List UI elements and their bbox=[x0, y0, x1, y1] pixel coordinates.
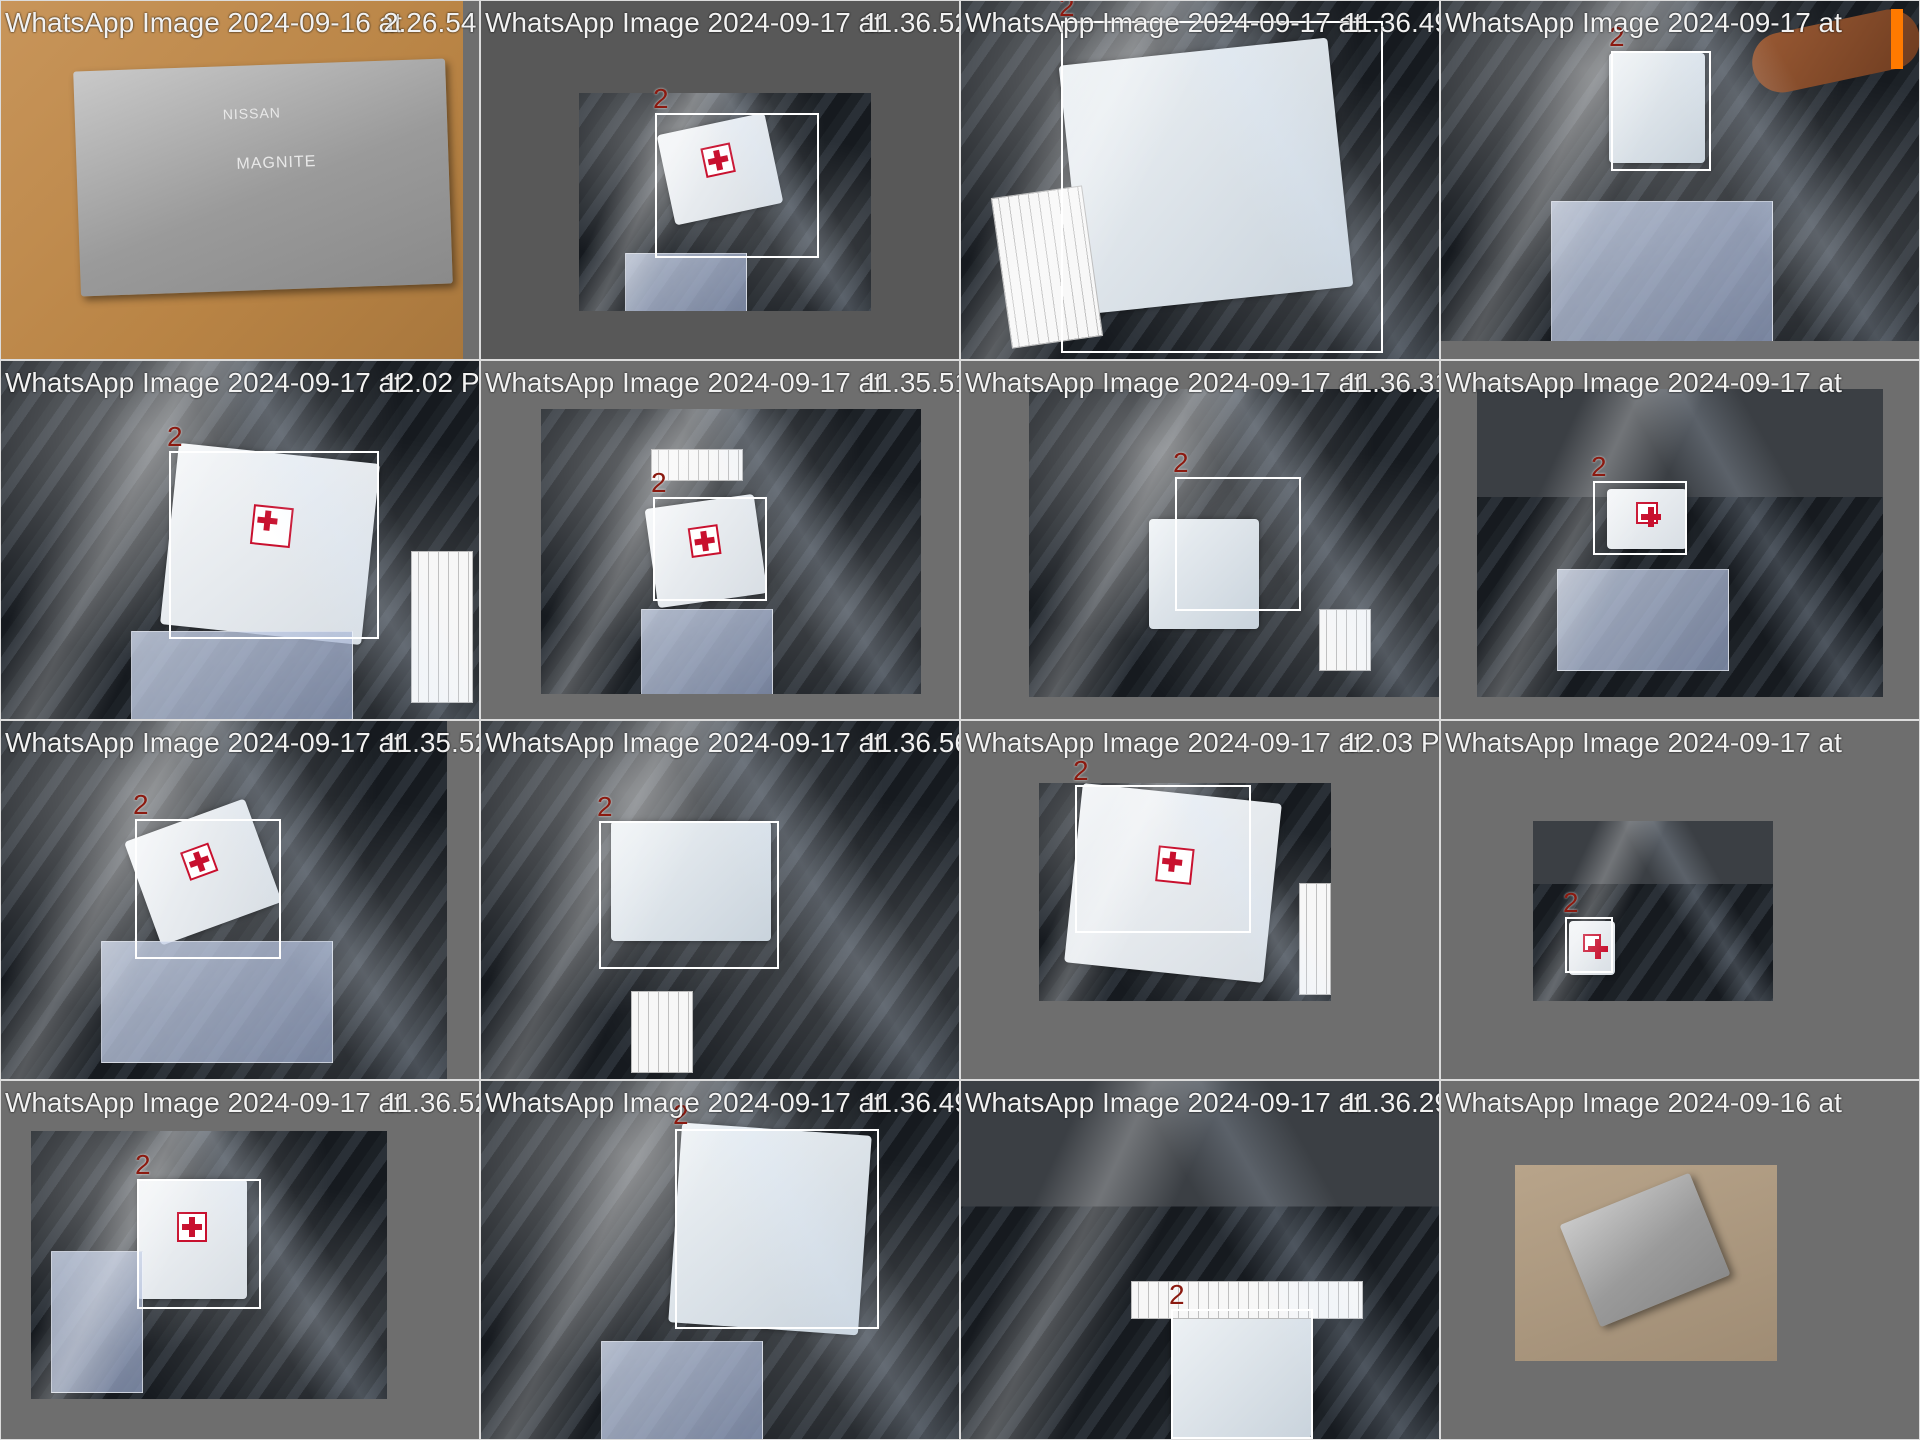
caption-text: WhatsApp Image 2024-09-17 at bbox=[485, 367, 882, 398]
detection-box: 2 bbox=[1059, 1, 1383, 353]
detection-label: 2 bbox=[651, 467, 667, 498]
manual-model: MAGNITE bbox=[236, 153, 317, 173]
detection-label: 2 bbox=[1609, 21, 1625, 52]
image-tile[interactable]: 2 WhatsApp Image 2024-09-17 at11.36.31 A… bbox=[960, 360, 1440, 720]
detection-label: 2 bbox=[1059, 0, 1075, 22]
barcode-sticker bbox=[631, 991, 693, 1073]
plastic-bag bbox=[51, 1251, 143, 1393]
image-tile[interactable]: WhatsApp Image 2024-09-16 at bbox=[1440, 1080, 1920, 1440]
image-tile[interactable]: 2 WhatsApp Image 2024-09-17 at11.35.52 A… bbox=[0, 720, 480, 1080]
detection-box: 2 bbox=[133, 791, 281, 959]
caption-overflow: 11.36.52 AM bbox=[863, 7, 960, 38]
plastic-bag bbox=[625, 253, 747, 311]
tile-caption: WhatsApp Image 2024-09-17 at11.35.51 AM bbox=[485, 365, 959, 401]
tile-caption: WhatsApp Image 2024-09-17 at11.36.52 AM bbox=[5, 1085, 479, 1121]
image-grid: NISSAN MAGNITE WhatsApp Image 2024-09-16… bbox=[0, 0, 1920, 1440]
detection-label: 2 bbox=[1173, 447, 1189, 478]
plastic-bag bbox=[131, 631, 353, 719]
detection-box: 2 bbox=[1591, 453, 1687, 555]
wristband bbox=[1891, 9, 1903, 69]
plastic-bag bbox=[1551, 201, 1773, 341]
detection-label: 2 bbox=[1591, 451, 1607, 482]
detection-label: 2 bbox=[1073, 755, 1089, 786]
owner-manual: NISSAN MAGNITE bbox=[73, 58, 453, 297]
barcode-sticker bbox=[1319, 609, 1371, 671]
detection-box: 2 bbox=[1609, 23, 1711, 171]
photo: NISSAN MAGNITE bbox=[1, 1, 463, 359]
detection-label: 2 bbox=[653, 83, 669, 114]
tile-caption: WhatsApp Image 2024-09-17 at12.03 PM bbox=[965, 725, 1439, 761]
image-tile[interactable]: 2 WhatsApp Image 2024-09-17 at11.35.51 A… bbox=[480, 360, 960, 720]
plastic-bag bbox=[601, 1341, 763, 1439]
image-tile[interactable]: 2 WhatsApp Image 2024-09-17 at11.36.29 A… bbox=[960, 1080, 1440, 1440]
image-tile[interactable]: 2 WhatsApp Image 2024-09-17 at bbox=[1440, 720, 1920, 1080]
tile-caption: WhatsApp Image 2024-09-17 at11.36.52 AM bbox=[485, 5, 959, 41]
image-tile[interactable]: 2 WhatsApp Image 2024-09-17 at11.36.56 A… bbox=[480, 720, 960, 1080]
detection-box: 2 bbox=[1169, 1281, 1313, 1439]
caption-text: WhatsApp Image 2024-09-16 at bbox=[1445, 1087, 1842, 1118]
image-tile[interactable]: 2 WhatsApp Image 2024-09-17 at bbox=[1440, 360, 1920, 720]
detection-box: 2 bbox=[1073, 757, 1251, 933]
detection-box: 2 bbox=[651, 469, 767, 601]
image-tile[interactable]: 2 WhatsApp Image 2024-09-17 at12.02 PM bbox=[0, 360, 480, 720]
caption-overflow: 11.35.51 AM bbox=[863, 367, 960, 398]
image-tile[interactable]: NISSAN MAGNITE WhatsApp Image 2024-09-16… bbox=[0, 0, 480, 360]
detection-label: 2 bbox=[133, 789, 149, 820]
detection-box: 2 bbox=[135, 1151, 261, 1309]
detection-label: 2 bbox=[1169, 1279, 1185, 1310]
plastic-bag bbox=[1557, 569, 1729, 671]
detection-label: 2 bbox=[135, 1149, 151, 1180]
detection-label: 2 bbox=[673, 1099, 689, 1130]
detection-box: 2 bbox=[1173, 449, 1301, 611]
detection-label: 2 bbox=[597, 791, 613, 822]
image-tile[interactable]: 2 WhatsApp Image 2024-09-17 at11.36.49 A… bbox=[960, 0, 1440, 360]
barcode-sticker bbox=[1299, 883, 1331, 995]
plastic-bag bbox=[101, 941, 333, 1063]
owner-manual bbox=[1559, 1172, 1731, 1328]
image-tile[interactable]: 2 WhatsApp Image 2024-09-17 at11.36.52 A… bbox=[0, 1080, 480, 1440]
manual-brand: NISSAN bbox=[222, 104, 282, 123]
photo bbox=[1515, 1165, 1777, 1361]
image-tile[interactable]: 2 WhatsApp Image 2024-09-17 at bbox=[1440, 0, 1920, 360]
caption-text: WhatsApp Image 2024-09-17 at bbox=[485, 7, 882, 38]
plastic-bag bbox=[641, 609, 773, 694]
caption-text: WhatsApp Image 2024-09-17 at bbox=[1445, 727, 1842, 758]
detection-label: 2 bbox=[167, 421, 183, 452]
detection-box: 2 bbox=[1563, 889, 1613, 973]
detection-label: 2 bbox=[1563, 887, 1579, 918]
caption-overflow: 11.36.52 AM bbox=[383, 1087, 480, 1118]
caption-text: WhatsApp Image 2024-09-17 at bbox=[965, 727, 1362, 758]
detection-box: 2 bbox=[653, 85, 819, 258]
tile-caption: WhatsApp Image 2024-09-16 at bbox=[1445, 1085, 1842, 1121]
detection-box: 2 bbox=[673, 1101, 879, 1329]
caption-overflow: 12.03 PM bbox=[1343, 727, 1440, 758]
detection-box: 2 bbox=[597, 793, 779, 969]
tile-caption: WhatsApp Image 2024-09-17 at bbox=[1445, 725, 1842, 761]
detection-box: 2 bbox=[167, 423, 379, 639]
barcode-sticker bbox=[411, 551, 473, 703]
caption-text: WhatsApp Image 2024-09-17 at bbox=[5, 1087, 402, 1118]
image-tile[interactable]: 2 WhatsApp Image 2024-09-17 at12.03 PM bbox=[960, 720, 1440, 1080]
image-tile[interactable]: 2 WhatsApp Image 2024-09-17 at11.36.52 A… bbox=[480, 0, 960, 360]
image-tile[interactable]: 2 WhatsApp Image 2024-09-17 at11.36.49 A… bbox=[480, 1080, 960, 1440]
